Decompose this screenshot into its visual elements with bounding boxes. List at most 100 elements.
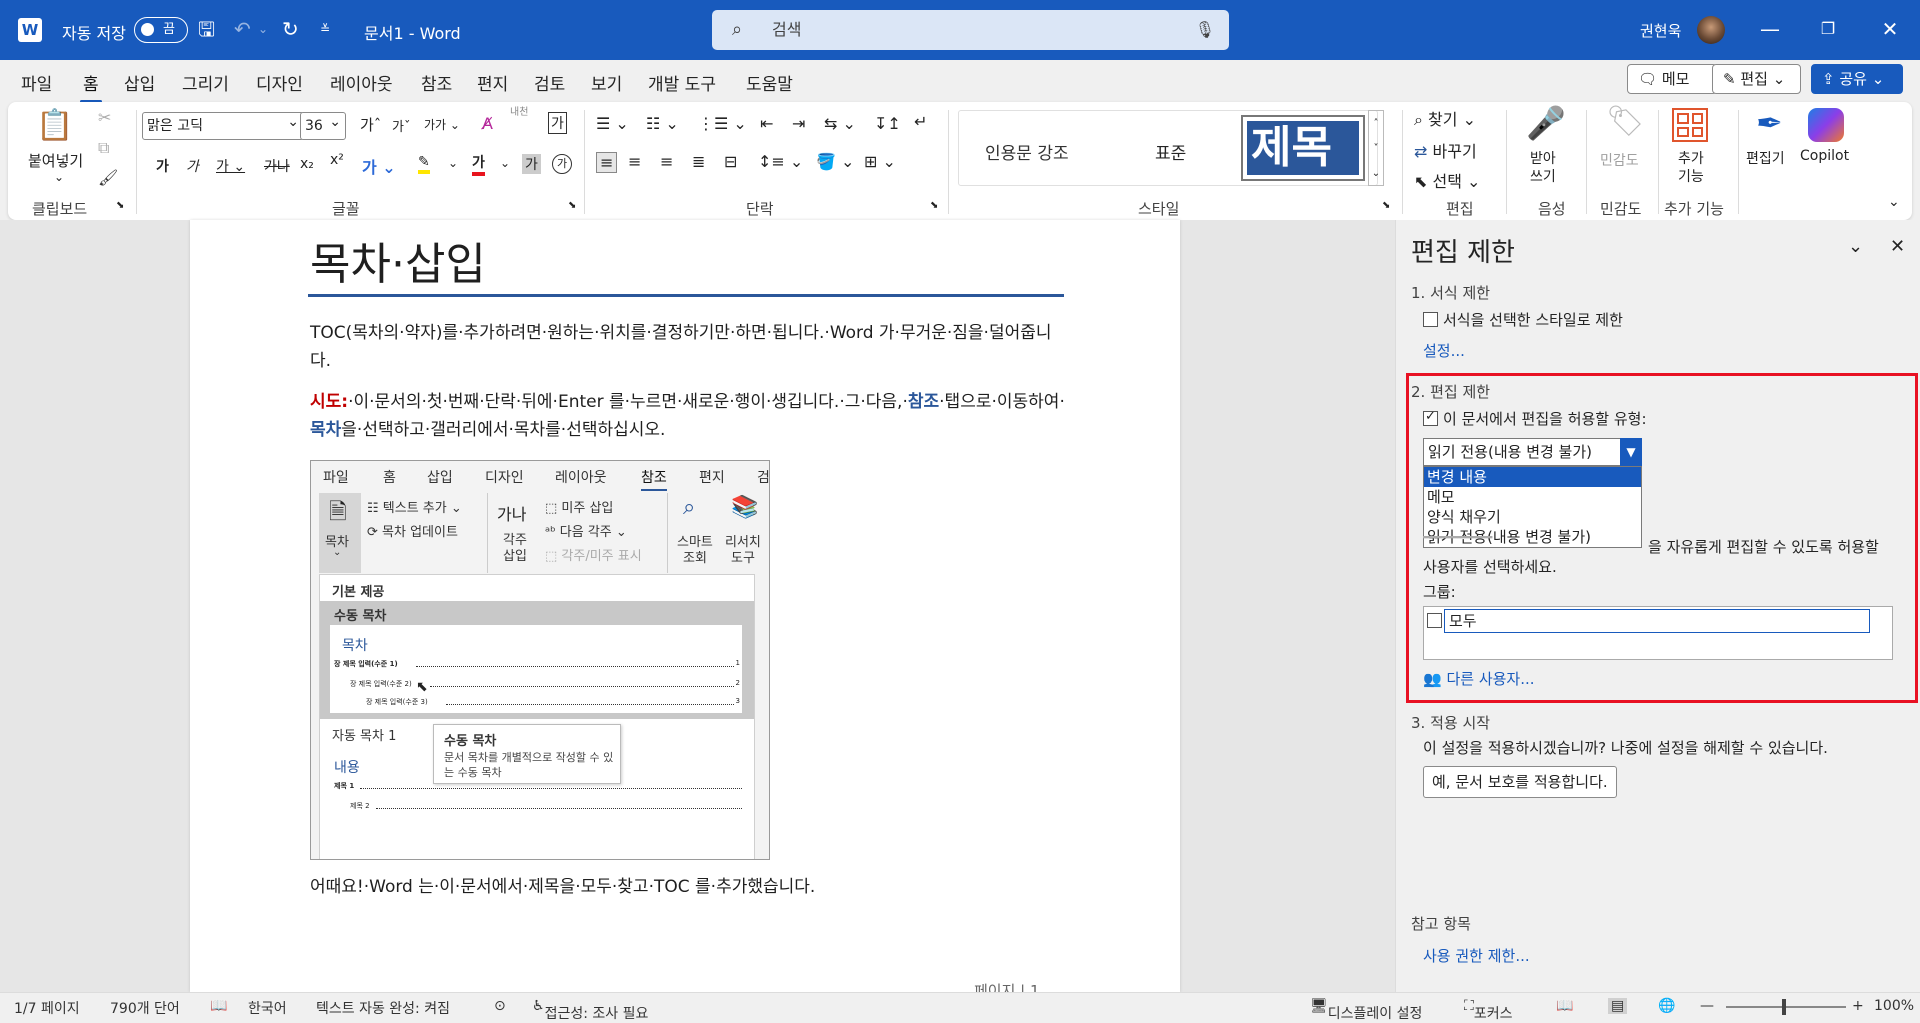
tab-review[interactable]: 검토: [534, 70, 565, 95]
editor-icon[interactable]: ✒: [1756, 104, 1783, 142]
highlight-icon[interactable]: ✎: [418, 154, 430, 174]
editing-mode-button[interactable]: ✎ 편집 ⌄: [1712, 64, 1801, 94]
copilot-label[interactable]: Copilot: [1800, 148, 1849, 164]
search-box[interactable]: ⌕ 검색 🎙: [712, 10, 1229, 50]
more-users-link[interactable]: 👥 다른 사용자...: [1423, 668, 1535, 689]
hanja-icon[interactable]: 내천: [510, 108, 528, 118]
font-name-select[interactable]: 맑은 고딕: [142, 109, 304, 140]
align-right-icon[interactable]: ≡: [660, 152, 673, 171]
align-center-icon[interactable]: ≡: [628, 152, 641, 171]
option-tracked-changes[interactable]: 변경 내용: [1424, 467, 1641, 487]
apply-protection-button[interactable]: 예, 문서 보호를 적용합니다.: [1423, 766, 1617, 798]
superscript-icon[interactable]: x²: [330, 152, 344, 168]
paste-label[interactable]: 붙여넣기: [28, 150, 83, 171]
borders-icon[interactable]: ⊞ ⌄: [864, 152, 896, 171]
copilot-icon[interactable]: [1808, 108, 1844, 142]
paragraph-3[interactable]: 어때요!·Word 는·이·문서에서·제목을·모두·찾고·TOC 를·추가했습니…: [310, 873, 1070, 901]
font-color-dropdown-icon[interactable]: ⌄: [500, 156, 510, 170]
subscript-icon[interactable]: x₂: [300, 156, 314, 172]
display-settings[interactable]: 🖥 디스플레이 설정: [1310, 998, 1422, 1022]
tab-developer[interactable]: 개발 도구: [648, 70, 716, 95]
user-name[interactable]: 권현욱: [1640, 20, 1681, 41]
text-direction-icon[interactable]: ⇆ ⌄: [824, 114, 856, 133]
align-left-icon[interactable]: ≡: [596, 152, 618, 173]
styles-scroll[interactable]: ˄ ˅ ⌄: [1368, 110, 1384, 186]
paragraph-2[interactable]: 시도:·이·문서의·첫·번째·단락·뒤에·Enter 를·누르면·새로운·행이·…: [310, 388, 1070, 444]
document-heading[interactable]: 목차·삽입: [310, 228, 486, 292]
language[interactable]: 한국어: [248, 998, 287, 1018]
everyone-checkbox[interactable]: [1427, 613, 1442, 628]
paragraph-1[interactable]: TOC(목차의·약자)를·추가하려면·원하는·위치를·결정하기만·하면·됩니다.…: [310, 319, 1070, 375]
numbering-icon[interactable]: ☷ ⌄: [646, 114, 679, 133]
restrict-permission-link[interactable]: 사용 권한 제한...: [1423, 945, 1530, 966]
add-ins-icon[interactable]: [1672, 108, 1708, 142]
multilevel-list-icon[interactable]: ⋮☰ ⌄: [698, 114, 747, 133]
zoom-out-icon[interactable]: —: [1700, 998, 1714, 1014]
bullets-icon[interactable]: ☰ ⌄: [596, 114, 629, 133]
minimize-icon[interactable]: —: [1750, 14, 1790, 44]
share-button[interactable]: ⇪ 공유 ⌄: [1811, 64, 1903, 94]
track-changes-icon[interactable]: ⊙: [494, 998, 506, 1014]
font-size-select[interactable]: 36: [300, 109, 346, 140]
change-case-icon[interactable]: 가가 ⌄: [424, 116, 460, 133]
allow-editing-checkbox[interactable]: 이 문서에서 편집을 허용할 유형:: [1423, 408, 1647, 429]
tab-file[interactable]: 파일: [21, 70, 52, 95]
undo-icon[interactable]: ↶: [234, 16, 251, 42]
pane-close-icon[interactable]: ✕: [1890, 236, 1905, 257]
distributed-icon[interactable]: ⊟: [724, 152, 737, 171]
select-button[interactable]: ⬉ 선택 ⌄: [1414, 168, 1480, 192]
bold-icon[interactable]: 가: [156, 156, 169, 176]
justify-icon[interactable]: ≣: [692, 152, 705, 171]
italic-icon[interactable]: 가: [186, 156, 199, 176]
paragraph-dialog-launcher-icon[interactable]: ⬊: [930, 200, 938, 211]
format-painter-icon[interactable]: 🖌: [98, 168, 118, 187]
enclose-char-icon[interactable]: 가: [552, 154, 572, 174]
toc-example-image[interactable]: 파일 홈 삽입 디자인 레이아웃 참조 편지 검 🗎 목차 ⌄ ☷ 텍스트 추가…: [310, 460, 770, 860]
dictate-label[interactable]: 받아 쓰기: [1530, 150, 1556, 186]
style-normal[interactable]: 표준: [1155, 139, 1186, 164]
paste-icon[interactable]: 📋: [36, 108, 73, 148]
sort-icon[interactable]: ↧↥: [874, 114, 901, 133]
tab-mailings[interactable]: 편지: [477, 70, 508, 95]
option-comments[interactable]: 메모: [1424, 487, 1641, 507]
tab-references[interactable]: 참조: [421, 70, 452, 95]
zoom-slider[interactable]: [1726, 999, 1846, 1015]
web-layout-icon[interactable]: 🌐: [1658, 998, 1675, 1014]
paste-dropdown-icon[interactable]: ⌄: [54, 170, 64, 184]
tab-home[interactable]: 홈: [80, 70, 102, 103]
tab-view[interactable]: 보기: [591, 70, 622, 95]
collapse-ribbon-icon[interactable]: ⌄: [1888, 194, 1900, 210]
autosave-toggle[interactable]: 끔: [134, 17, 188, 43]
underline-icon[interactable]: 가 ⌄: [216, 156, 245, 176]
editor-label[interactable]: 편집기: [1746, 148, 1785, 168]
tab-draw[interactable]: 그리기: [182, 70, 229, 95]
replace-button[interactable]: ⇄ 바꾸기: [1414, 138, 1477, 162]
restore-icon[interactable]: ❐: [1808, 14, 1848, 44]
strikethrough-icon[interactable]: 가나: [264, 156, 290, 176]
zoom-in-icon[interactable]: +: [1852, 998, 1864, 1014]
focus-mode[interactable]: ⛶ 포커스: [1464, 998, 1512, 1022]
comments-button[interactable]: 🗨 메모: [1627, 64, 1717, 94]
editing-type-select[interactable]: 읽기 전용(내용 변경 불가): [1423, 438, 1640, 466]
settings-link[interactable]: 설정...: [1423, 340, 1465, 361]
style-heading[interactable]: 제목: [1241, 115, 1365, 181]
page-count[interactable]: 1/7 페이지: [14, 998, 80, 1018]
accessibility-status[interactable]: ♿ 접근성: 조사 필요: [532, 998, 648, 1022]
character-border-icon[interactable]: 가: [548, 112, 567, 134]
shrink-font-icon[interactable]: 가ˇ: [392, 116, 410, 135]
read-mode-icon[interactable]: 📖: [1556, 998, 1573, 1014]
line-spacing-icon[interactable]: ↕≡ ⌄: [758, 152, 803, 171]
everyone-item[interactable]: 모두: [1444, 609, 1870, 633]
save-icon[interactable]: 🖫: [198, 16, 215, 42]
customize-toolbar-icon[interactable]: ≚: [320, 16, 330, 42]
styles-dialog-launcher-icon[interactable]: ⬊: [1382, 200, 1390, 211]
close-icon[interactable]: ✕: [1870, 14, 1910, 44]
microphone-icon[interactable]: 🎤: [1526, 104, 1566, 142]
show-marks-icon[interactable]: ↵: [914, 112, 927, 131]
tab-layout[interactable]: 레이아웃: [330, 70, 393, 95]
pane-options-icon[interactable]: ⌄: [1848, 236, 1863, 257]
font-dialog-launcher-icon[interactable]: ⬊: [568, 200, 576, 211]
copy-icon[interactable]: ⧉: [98, 138, 109, 158]
zoom-slider-thumb[interactable]: [1782, 999, 1786, 1015]
dropdown-arrow-icon[interactable]: ▼: [1620, 438, 1642, 466]
